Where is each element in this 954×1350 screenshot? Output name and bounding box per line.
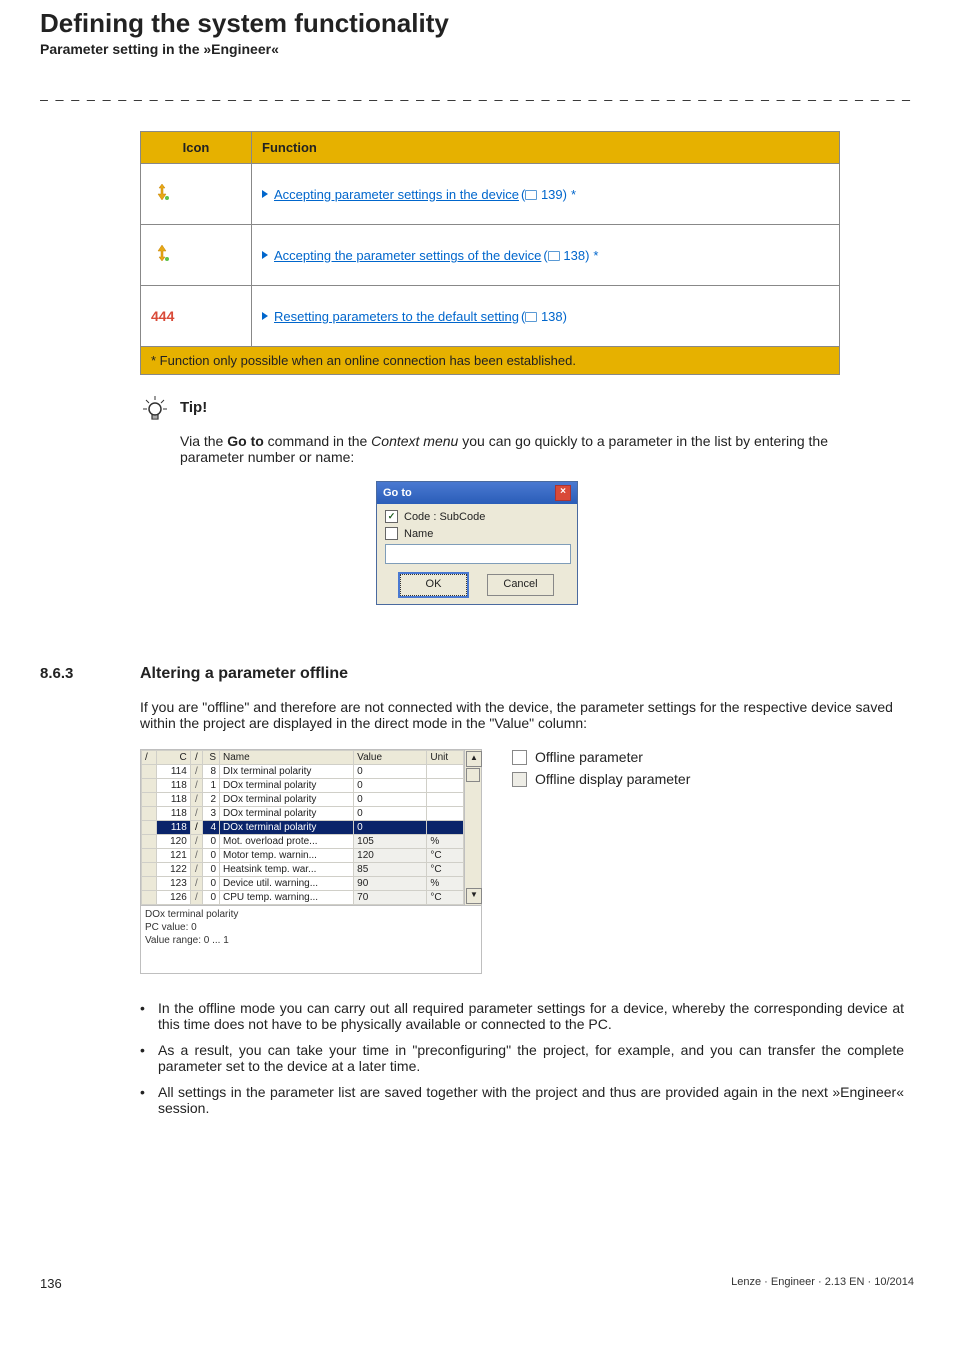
- arrow-right-icon: [262, 251, 268, 259]
- arrow-right-icon: [262, 190, 268, 198]
- legend-offline-param: Offline parameter: [535, 749, 643, 765]
- scroll-up-icon[interactable]: ▲: [466, 751, 482, 767]
- goto-input[interactable]: [385, 544, 571, 564]
- col-header-c[interactable]: C: [156, 751, 190, 765]
- checkbox-name[interactable]: [385, 527, 398, 540]
- legend-swatch-white: [512, 750, 527, 765]
- table-row[interactable]: 126/0CPU temp. warning...70°C: [142, 891, 464, 905]
- bullet: All settings in the parameter list are s…: [158, 1084, 904, 1116]
- checkbox-code-label: Code : SubCode: [404, 511, 485, 523]
- dialog-title: Go to: [383, 487, 412, 499]
- table-row[interactable]: 118/3DOx terminal polarity0: [142, 807, 464, 821]
- footnote-star: *: [593, 248, 598, 263]
- divider: _ _ _ _ _ _ _ _ _ _ _ _ _ _ _ _ _ _ _ _ …: [40, 85, 914, 101]
- page-title: Defining the system functionality: [40, 8, 914, 39]
- link-accept-in-device[interactable]: Accepting parameter settings in the devi…: [274, 187, 519, 202]
- section-number: 8.6.3: [40, 665, 140, 682]
- legend: Offline parameter Offline display parame…: [512, 749, 690, 974]
- col-header-icon: Icon: [141, 132, 252, 164]
- table-row[interactable]: 122/0Heatsink temp. war...85°C: [142, 863, 464, 877]
- footer-info: Lenze · Engineer · 2.13 EN · 10/2014: [731, 1276, 914, 1291]
- checkbox-name-label: Name: [404, 528, 433, 540]
- tip-body: Via the Go to command in the Context men…: [180, 433, 884, 465]
- bullet-list: •In the offline mode you can carry out a…: [140, 1000, 904, 1116]
- ok-button[interactable]: OK: [400, 574, 467, 596]
- link-accept-of-device[interactable]: Accepting the parameter settings of the …: [274, 248, 541, 263]
- col-header-unit[interactable]: Unit: [427, 751, 464, 765]
- checkbox-code[interactable]: ✓: [385, 510, 398, 523]
- footnote-star: *: [571, 187, 576, 202]
- col-header-slash: /: [190, 751, 202, 765]
- table-row[interactable]: 114/8DIx terminal polarity0: [142, 765, 464, 779]
- table-footnote: * Function only possible when an online …: [141, 347, 840, 375]
- legend-swatch-grey: [512, 772, 527, 787]
- reset-icon: 444: [151, 308, 174, 324]
- section-title: Altering a parameter offline: [140, 665, 348, 683]
- table-row: Accepting the parameter settings of the …: [141, 225, 840, 286]
- page-ref: ( 138): [521, 309, 567, 324]
- arrow-right-icon: [262, 312, 268, 320]
- book-icon: [548, 251, 560, 261]
- table-row[interactable]: 121/0Motor temp. warnin...120°C: [142, 849, 464, 863]
- section-intro: If you are "offline" and therefore are n…: [140, 699, 904, 731]
- col-header-name[interactable]: Name: [220, 751, 354, 765]
- bullet: In the offline mode you can carry out al…: [158, 1000, 904, 1032]
- bullet: As a result, you can take your time in "…: [158, 1042, 904, 1074]
- table-row[interactable]: 123/0Device util. warning...90%: [142, 877, 464, 891]
- book-icon: [525, 190, 537, 200]
- grid-footer: DOx terminal polarity PC value: 0 Value …: [141, 905, 481, 973]
- goto-dialog: Go to × ✓ Code : SubCode Name OK Cancel: [376, 481, 578, 605]
- table-row[interactable]: 120/0Mot. overload prote...105%: [142, 835, 464, 849]
- book-icon: [525, 312, 537, 322]
- page-subtitle: Parameter setting in the »Engineer«: [40, 41, 914, 57]
- page-ref: ( 138): [543, 248, 589, 263]
- table-row[interactable]: 118/1DOx terminal polarity0: [142, 779, 464, 793]
- scrollbar[interactable]: ▲ ▼: [464, 750, 481, 905]
- page-ref: ( 139): [521, 187, 567, 202]
- col-header-function: Function: [252, 132, 840, 164]
- icon-function-table: Icon Function Accepting parameter settin…: [140, 131, 840, 375]
- col-header-value[interactable]: Value: [354, 751, 427, 765]
- page-number: 136: [40, 1276, 62, 1291]
- tip-label: Tip!: [180, 399, 207, 416]
- table-row[interactable]: 118/2DOx terminal polarity0: [142, 793, 464, 807]
- lightbulb-icon: [140, 395, 170, 429]
- table-row[interactable]: 118/4DOx terminal polarity0: [142, 821, 464, 835]
- col-header-s[interactable]: S: [202, 751, 219, 765]
- scroll-thumb[interactable]: [466, 768, 480, 782]
- parameter-grid: / C / S Name Value Unit 114/8DIx termina…: [140, 749, 482, 974]
- table-row: Accepting parameter settings in the devi…: [141, 164, 840, 225]
- link-reset-default[interactable]: Resetting parameters to the default sett…: [274, 309, 519, 324]
- page-footer: 136 Lenze · Engineer · 2.13 EN · 10/2014: [0, 1276, 954, 1311]
- close-icon[interactable]: ×: [555, 485, 571, 501]
- legend-offline-display: Offline display parameter: [535, 771, 690, 787]
- download-arrow-icon: [151, 182, 173, 204]
- cancel-button[interactable]: Cancel: [487, 574, 554, 596]
- upload-arrow-icon: [151, 243, 173, 265]
- table-row: 444 Resetting parameters to the default …: [141, 286, 840, 347]
- col-header-status[interactable]: /: [142, 751, 157, 765]
- scroll-down-icon[interactable]: ▼: [466, 888, 482, 904]
